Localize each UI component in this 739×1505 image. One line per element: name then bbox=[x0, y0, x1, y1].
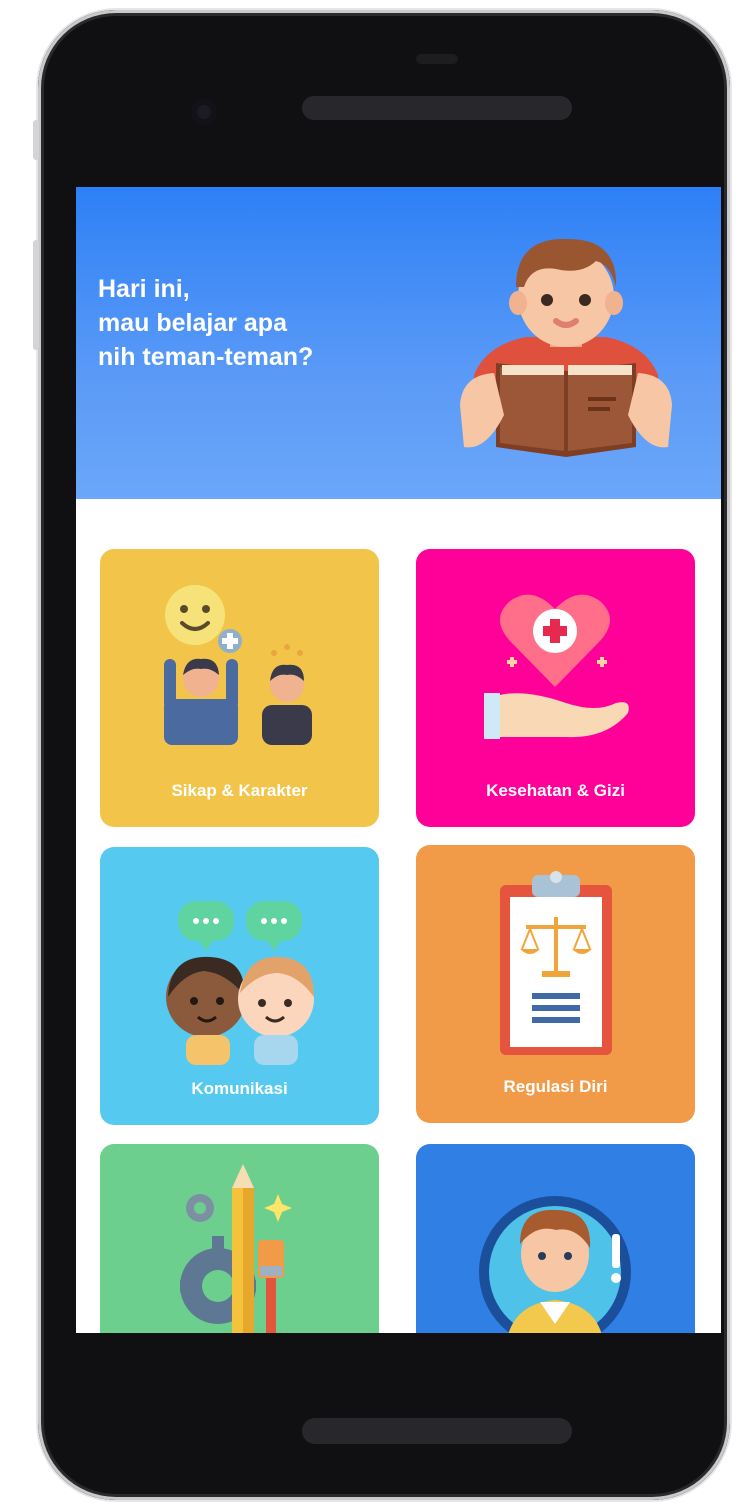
proximity-sensor bbox=[416, 54, 458, 64]
category-card-creativity[interactable] bbox=[100, 1144, 379, 1333]
front-camera bbox=[191, 99, 217, 125]
category-label: Sikap & Karakter bbox=[171, 781, 308, 800]
category-card-sikap-karakter[interactable]: Sikap & Karakter bbox=[100, 549, 379, 827]
boy-reading-book-illustration bbox=[460, 238, 672, 457]
category-label: Regulasi Diri bbox=[503, 1077, 608, 1096]
greeting-line-1: Hari ini, bbox=[98, 275, 190, 303]
people-smile-icon bbox=[164, 585, 312, 745]
category-label: Komunikasi bbox=[191, 1079, 288, 1098]
greeting-line-3: nih teman-teman? bbox=[98, 343, 314, 371]
clipboard-scale-icon bbox=[500, 871, 612, 1055]
category-card-kesehatan-gizi[interactable]: Kesehatan & Gizi bbox=[416, 549, 695, 827]
creativity-tools-icon bbox=[180, 1164, 292, 1333]
greeting-line-2: mau belajar apa bbox=[98, 309, 287, 337]
greeting-text: Hari ini, mau belajar apa nih teman-tema… bbox=[98, 272, 313, 374]
header-banner: Hari ini, mau belajar apa nih teman-tema… bbox=[76, 187, 721, 499]
earpiece-speaker bbox=[302, 96, 572, 120]
category-card-boy[interactable] bbox=[416, 1144, 695, 1333]
bottom-speaker bbox=[302, 1418, 572, 1444]
chat-faces-icon bbox=[166, 901, 314, 1065]
phone-side-button bbox=[33, 120, 39, 160]
category-card-regulasi-diri[interactable]: Regulasi Diri bbox=[416, 845, 695, 1123]
app-screen: Hari ini, mau belajar apa nih teman-tema… bbox=[76, 187, 721, 1333]
heart-health-icon bbox=[484, 594, 629, 739]
category-label: Kesehatan & Gizi bbox=[486, 781, 625, 800]
phone-volume-button bbox=[33, 240, 39, 350]
boy-portrait-icon bbox=[479, 1196, 631, 1333]
category-card-komunikasi[interactable]: Komunikasi bbox=[100, 847, 379, 1125]
